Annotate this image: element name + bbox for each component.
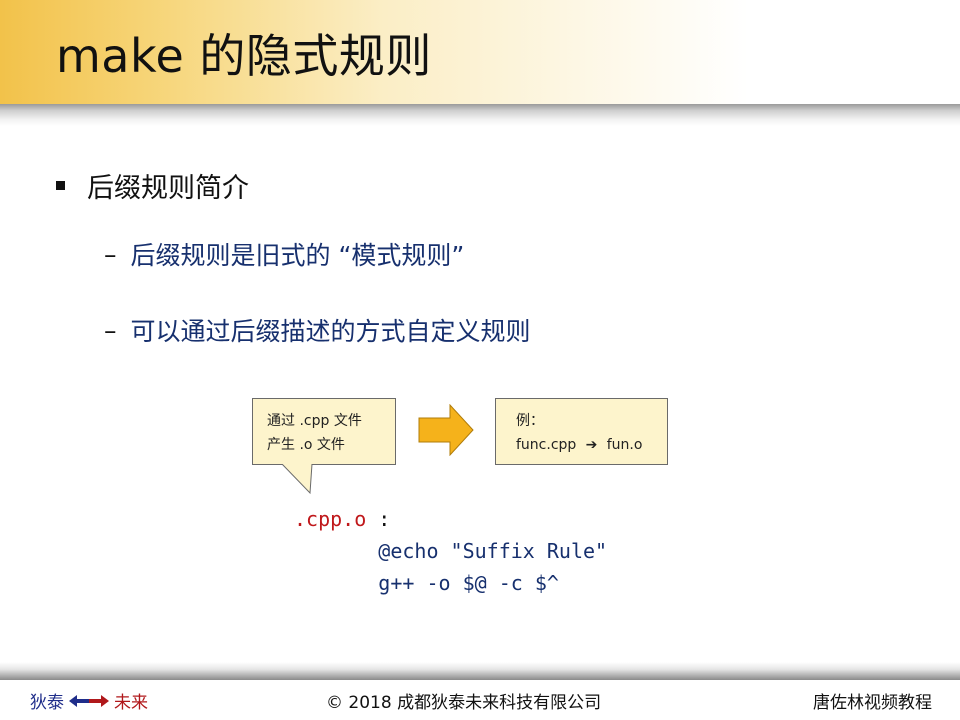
page-title: make 的隐式规则 bbox=[56, 29, 432, 83]
right-arrow-icon bbox=[418, 404, 474, 456]
code-target: .cpp.o bbox=[294, 507, 367, 531]
bullet-main: 后缀规则简介 bbox=[56, 166, 249, 205]
sub-bullet-2: – 可以通过后缀描述的方式自定义规则 bbox=[104, 312, 531, 348]
sub-bullet-1: – 后缀规则是旧式的 “模式规则” bbox=[104, 236, 464, 272]
sub-bullet-1-text: 后缀规则是旧式的 “模式规则” bbox=[130, 241, 465, 270]
example-label: 例： bbox=[516, 413, 544, 429]
footer-left-a: 狄泰 bbox=[30, 693, 64, 713]
footer-author: 唐佐林视频教程 bbox=[813, 693, 932, 713]
square-bullet-icon bbox=[56, 181, 65, 190]
sub-bullet-2-text: 可以通过后缀描述的方式自定义规则 bbox=[130, 317, 531, 346]
callout-note: 通过 .cpp 文件 产生 .o 文件 bbox=[252, 398, 396, 465]
example-mapping: func.cpp ➔ fun.o bbox=[516, 433, 667, 457]
example-box: 例： func.cpp ➔ fun.o bbox=[495, 398, 668, 465]
footer-left: 狄泰 未来 bbox=[30, 688, 148, 713]
example-to: fun.o bbox=[606, 437, 643, 453]
dash-icon: – bbox=[104, 315, 117, 345]
callout-line-2: 产生 .o 文件 bbox=[267, 437, 345, 453]
code-block: .cpp.o : @echo "Suffix Rule" g++ -o $@ -… bbox=[294, 503, 607, 599]
callout-tail-icon bbox=[281, 464, 313, 495]
bullet-main-text: 后缀规则简介 bbox=[87, 173, 249, 204]
code-colon: : bbox=[378, 507, 391, 531]
footer-copyright: © 2018 成都狄泰未来科技有限公司 bbox=[326, 693, 602, 713]
code-line-2: g++ -o $@ -c $^ bbox=[378, 571, 559, 595]
example-from: func.cpp bbox=[516, 437, 577, 453]
dash-icon: – bbox=[104, 239, 117, 269]
footer-left-b: 未来 bbox=[114, 693, 148, 713]
arrow-right-icon: ➔ bbox=[580, 437, 603, 453]
callout-line-1: 通过 .cpp 文件 bbox=[267, 413, 362, 429]
footer-shadow bbox=[0, 662, 960, 680]
header-shadow bbox=[0, 104, 960, 126]
code-line-1: @echo "Suffix Rule" bbox=[378, 539, 608, 563]
double-arrow-icon bbox=[69, 694, 109, 707]
